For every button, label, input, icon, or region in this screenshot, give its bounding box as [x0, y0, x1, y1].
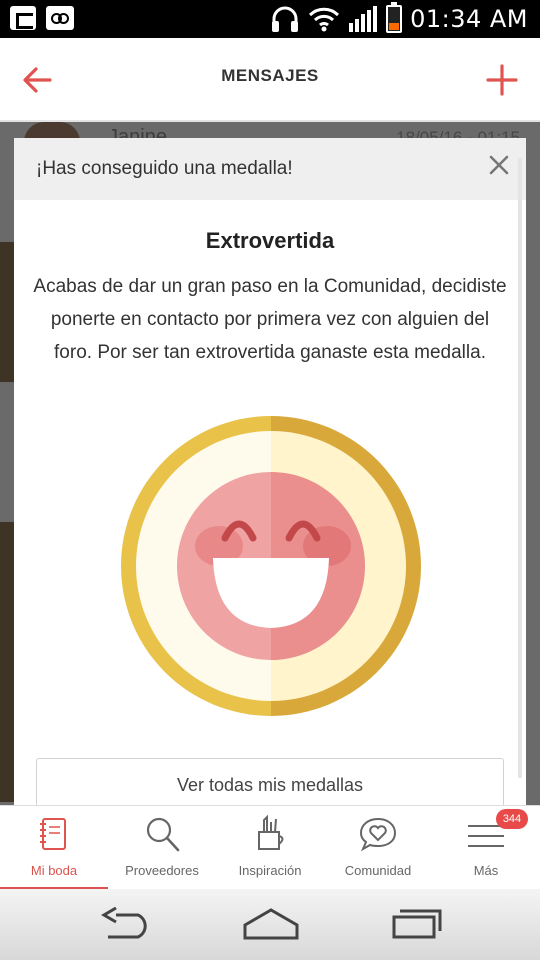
nav-item-comunidad[interactable]: Comunidad [324, 806, 432, 890]
nav-label: Mi boda [30, 863, 78, 878]
system-navigation [0, 889, 540, 960]
nav-label: Proveedores [125, 863, 199, 878]
bbm-icon [10, 6, 36, 30]
pencil-cup-icon [258, 814, 284, 850]
nav-item-inspiracion[interactable]: Inspiración [216, 806, 324, 890]
nav-item-proveedores[interactable]: Proveedores [108, 806, 216, 890]
page-title: MENSAJES [221, 66, 319, 85]
battery-icon [386, 2, 403, 33]
list-item-thumb [0, 522, 14, 802]
list-item-thumb [0, 242, 14, 382]
system-recents-icon[interactable] [390, 907, 444, 941]
all-medals-button[interactable]: Ver todas mis medallas [36, 758, 504, 808]
voicemail-icon [46, 6, 74, 30]
search-icon [146, 817, 180, 852]
nav-item-mas[interactable]: 344 Más [432, 806, 540, 890]
smiley-medal-icon [121, 416, 421, 716]
signal-icon [349, 6, 378, 32]
badge-name: Extrovertida [205, 228, 335, 253]
notebook-icon [40, 818, 66, 850]
bottom-navigation: Mi boda Proveedores Inspiración Comunida… [0, 805, 540, 890]
system-home-icon[interactable] [242, 907, 300, 941]
clock: 01:34 AM [410, 5, 528, 33]
nav-item-mi-boda[interactable]: Mi boda [0, 806, 108, 890]
nav-label: Inspiración [238, 863, 302, 878]
nav-label: Más [473, 863, 499, 878]
headset-icon [272, 6, 299, 32]
dialog-title: ¡Has conseguido una medalla! [36, 158, 293, 179]
wifi-icon [309, 7, 340, 32]
notification-badge: 344 [496, 809, 528, 829]
add-icon[interactable] [482, 60, 522, 100]
system-back-icon[interactable] [98, 907, 154, 941]
medal-dialog: ¡Has conseguido una medalla! Extrovertid… [14, 138, 526, 808]
dialog-header: ¡Has conseguido una medalla! [14, 138, 526, 200]
badge-description: Acabas de dar un gran paso en la Comunid… [33, 276, 507, 363]
app-header: MENSAJES [0, 38, 540, 122]
nav-label: Comunidad [344, 863, 412, 878]
close-icon[interactable] [488, 154, 510, 176]
status-bar: 01:34 AM [0, 0, 540, 38]
heart-chat-icon [359, 817, 397, 852]
